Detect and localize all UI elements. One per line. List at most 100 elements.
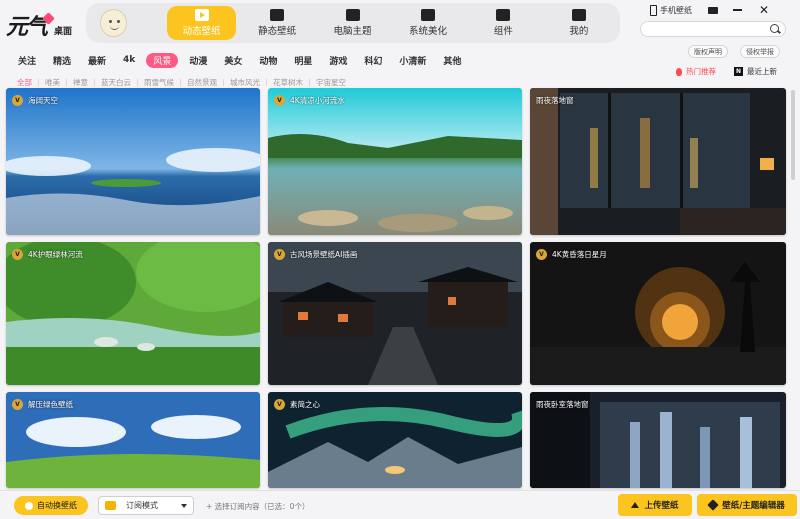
phone-wallpaper-link[interactable]: 手机壁纸 (660, 5, 692, 16)
vip-badge-icon: V (274, 95, 285, 106)
card-title-text: 解压绿色壁纸 (28, 400, 73, 409)
category-tab[interactable]: 科幻 (364, 53, 382, 68)
window-controls: 手机壁纸 ✕ (650, 2, 800, 18)
divider (66, 78, 67, 86)
search-input[interactable] (640, 21, 786, 37)
wallpaper-thumbnail (530, 88, 786, 235)
card-title-text: 海阔天空 (28, 96, 58, 105)
divider (223, 78, 224, 86)
vip-badge-icon: V (274, 249, 285, 260)
fire-icon (676, 67, 682, 76)
chevron-down-icon (181, 504, 187, 508)
category-tab[interactable]: 小清新 (399, 53, 426, 68)
editor-button[interactable]: 壁纸/主题编辑器 (697, 494, 797, 516)
auto-change-label: 自动换壁纸 (37, 501, 77, 510)
nav-label: 我的 (569, 26, 589, 37)
divider (180, 78, 181, 86)
wallpaper-card[interactable]: V 4K护眼绿林河流 (6, 242, 260, 385)
subcategory-tabs: 全部 唯美 禅意 蓝天白云 雨雪气候 自然景观 城市风光 花草树木 宇宙星空 (17, 76, 346, 88)
subscribe-mode-select[interactable]: 订阅模式 (98, 496, 194, 515)
subcategory-tab[interactable]: 城市风光 (230, 77, 260, 88)
image-icon (270, 9, 285, 21)
category-tab[interactable]: 4k (123, 54, 135, 66)
card-title-text: 4K黄昏落日星月 (552, 250, 607, 259)
copyright-label: 版权声明 (694, 47, 722, 56)
divider (38, 78, 39, 86)
nav-label: 动态壁纸 (182, 26, 221, 37)
subcategory-tab-active[interactable]: 全部 (17, 77, 32, 88)
report-link[interactable]: 侵权举报 (740, 45, 780, 58)
scrollbar[interactable] (791, 90, 795, 180)
subcategory-tab[interactable]: 花草树木 (273, 77, 303, 88)
wallpaper-card[interactable]: 雨夜卧室落地窗 (530, 392, 786, 488)
subcategory-tab[interactable]: 宇宙星空 (316, 77, 346, 88)
card-title: V 4K护眼绿林河流 (12, 249, 83, 260)
subscribe-content-link[interactable]: + 选择订阅内容（已选：0个） (206, 501, 309, 512)
subcategory-tab[interactable]: 雨雪气候 (144, 77, 174, 88)
divider (94, 78, 95, 86)
category-tab[interactable]: 精选 (53, 53, 71, 68)
nav-dynamic-wallpaper[interactable]: 动态壁纸 (167, 6, 236, 40)
card-title-text: 素简之心 (290, 400, 320, 409)
profile-icon (571, 9, 586, 21)
nav-mine[interactable]: 我的 (545, 6, 613, 40)
subcategory-tab[interactable]: 唯美 (45, 77, 60, 88)
card-title-text: 4K护眼绿林河流 (28, 250, 83, 259)
category-tab[interactable]: 动漫 (189, 53, 207, 68)
logo-subtext: 桌面 (54, 26, 73, 37)
wallpaper-card[interactable]: V 4K黄昏落日星月 (530, 242, 786, 385)
app-header: 元气 桌面 动态壁纸 静态壁纸 电脑主题 系统美化 组件 我的 手机壁纸 ✕ (0, 0, 800, 46)
report-label: 侵权举报 (746, 47, 774, 56)
hot-label: 热门推荐 (686, 67, 716, 76)
copyright-link[interactable]: 版权声明 (688, 45, 728, 58)
wallpaper-card[interactable]: V 海阔天空 (6, 88, 260, 235)
mail-icon[interactable] (708, 6, 718, 14)
hot-sort[interactable]: 热门推荐 (676, 66, 716, 77)
category-tab-active[interactable]: 风景 (146, 52, 179, 68)
nav-label: 电脑主题 (333, 26, 372, 37)
auto-change-wallpaper-toggle[interactable]: 自动换壁纸 (14, 496, 88, 515)
card-title: V 解压绿色壁纸 (12, 399, 73, 410)
subcategory-tab[interactable]: 禅意 (73, 77, 88, 88)
subcategory-tab[interactable]: 自然景观 (187, 77, 217, 88)
flower-icon (420, 9, 435, 21)
minimize-icon[interactable] (733, 9, 742, 11)
vip-badge-icon: V (536, 249, 547, 260)
logo-text: 元气 (6, 14, 48, 40)
nav-pc-theme[interactable]: 电脑主题 (318, 6, 386, 40)
upload-wallpaper-button[interactable]: 上传壁纸 (618, 494, 692, 516)
app-logo[interactable]: 元气 桌面 (6, 8, 78, 42)
nav-label: 静态壁纸 (258, 26, 297, 37)
wallpaper-card[interactable]: 雨夜落地窗 (530, 88, 786, 235)
new-icon: N (734, 67, 743, 76)
card-title: 雨夜卧室落地窗 (536, 399, 589, 410)
nav-widgets[interactable]: 组件 (469, 6, 537, 40)
category-tab[interactable]: 动物 (259, 53, 277, 68)
card-title: V 海阔天空 (12, 95, 58, 106)
phone-icon[interactable] (650, 4, 657, 16)
wallpaper-card[interactable]: V 古风场景壁纸AI插画 (268, 242, 522, 385)
nav-static-wallpaper[interactable]: 静态壁纸 (243, 6, 311, 40)
category-tab[interactable]: 美女 (224, 53, 242, 68)
latest-sort[interactable]: N 最近上新 (734, 66, 777, 77)
card-title-text: 雨夜落地窗 (536, 96, 574, 105)
subcategory-tab[interactable]: 蓝天白云 (101, 77, 131, 88)
category-tab[interactable]: 明星 (294, 53, 312, 68)
category-tab[interactable]: 最新 (88, 53, 106, 68)
close-icon[interactable]: ✕ (759, 4, 769, 16)
wallpaper-card[interactable]: V 解压绿色壁纸 (6, 392, 260, 488)
vip-badge-icon: V (12, 249, 23, 260)
card-title: 雨夜落地窗 (536, 95, 574, 106)
search-icon[interactable] (770, 24, 779, 33)
wallpaper-card[interactable]: V 素简之心 (268, 392, 522, 488)
nav-system-beautify[interactable]: 系统美化 (394, 6, 462, 40)
category-tab[interactable]: 游戏 (329, 53, 347, 68)
nav-label: 系统美化 (408, 26, 447, 37)
play-icon (194, 9, 209, 21)
subscribe-icon (105, 501, 116, 510)
wallpaper-card[interactable]: V 4K清凉小河流水 (268, 88, 522, 235)
card-title-text: 古风场景壁纸AI插画 (290, 250, 358, 259)
category-tab[interactable]: 关注 (18, 53, 36, 68)
category-tab[interactable]: 其他 (443, 53, 461, 68)
avatar[interactable] (100, 9, 128, 37)
